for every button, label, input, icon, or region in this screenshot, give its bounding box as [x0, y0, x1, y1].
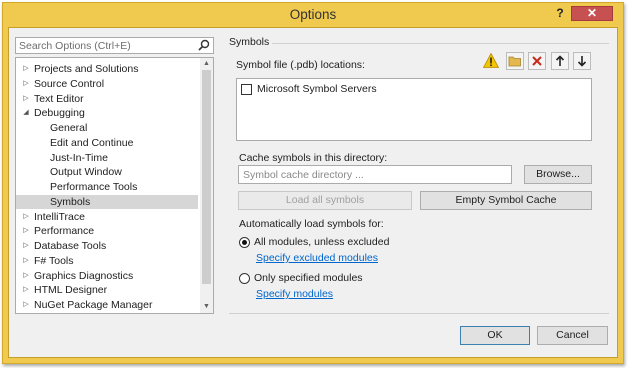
- cache-label: Cache symbols in this directory:: [239, 152, 388, 164]
- section-title: Symbols: [229, 36, 270, 48]
- tree-item-label: Symbols: [50, 196, 91, 208]
- expand-arrow-icon[interactable]: ▷: [21, 210, 31, 224]
- add-location-button[interactable]: [506, 52, 524, 70]
- browse-button[interactable]: Browse...: [524, 165, 592, 184]
- tree-item-label: Performance: [34, 225, 95, 237]
- only-specified-modules-label[interactable]: Only specified modules: [254, 272, 363, 284]
- tree-item-nuget-package-manager[interactable]: ▷ NuGet Package Manager: [16, 298, 198, 312]
- tree-item-performance[interactable]: ▷ Performance: [16, 224, 198, 238]
- tree-item-symbols[interactable]: Symbols: [16, 195, 198, 209]
- tree-item-just-in-time[interactable]: Just-In-Time: [16, 151, 198, 165]
- arrow-up-icon: [555, 55, 565, 66]
- dialog-title: Options: [289, 7, 337, 22]
- options-dialog: Options ? ✕ ▷ Projects and Solutions ▷ S…: [2, 2, 624, 364]
- delete-icon: [532, 56, 542, 66]
- expand-arrow-icon[interactable]: ▷: [21, 254, 31, 268]
- all-modules-radio[interactable]: [239, 237, 250, 248]
- tree-item-label: Output Window: [50, 166, 122, 178]
- tree-item-output-window[interactable]: Output Window: [16, 165, 198, 179]
- scroll-thumb[interactable]: [202, 70, 211, 284]
- tree-item-performance-tools[interactable]: Performance Tools: [16, 180, 198, 194]
- tree-scrollbar[interactable]: ▲ ▼: [200, 58, 213, 313]
- tree-item-label: Projects and Solutions: [34, 63, 139, 75]
- cache-directory-input[interactable]: [239, 166, 511, 183]
- ok-button[interactable]: OK: [460, 326, 530, 345]
- tree-item-label: HTML Designer: [34, 284, 108, 296]
- tree-item-debugging[interactable]: ◢ Debugging: [16, 106, 198, 120]
- options-tree[interactable]: ▷ Projects and Solutions ▷ Source Contro…: [15, 57, 214, 314]
- expand-arrow-icon[interactable]: ▷: [21, 239, 31, 253]
- tree-item-database-tools[interactable]: ▷ Database Tools: [16, 239, 198, 253]
- close-button[interactable]: ✕: [571, 6, 613, 21]
- scroll-down-icon[interactable]: ▼: [200, 301, 213, 313]
- tree-item-graphics-diagnostics[interactable]: ▷ Graphics Diagnostics: [16, 269, 198, 283]
- tree-item-intellitrace[interactable]: ▷ IntelliTrace: [16, 210, 198, 224]
- auto-load-label: Automatically load symbols for:: [239, 218, 384, 230]
- search-input[interactable]: [16, 38, 194, 53]
- microsoft-symbol-servers-label[interactable]: Microsoft Symbol Servers: [257, 83, 377, 95]
- move-down-button[interactable]: [573, 52, 591, 70]
- title-bar: Options ? ✕: [3, 3, 623, 27]
- tree-item-label: F# Tools: [34, 255, 74, 267]
- expand-arrow-icon[interactable]: ▷: [21, 269, 31, 283]
- expand-arrow-icon[interactable]: ▷: [21, 298, 31, 312]
- dialog-body: ▷ Projects and Solutions ▷ Source Contro…: [8, 27, 618, 358]
- load-all-symbols-button[interactable]: Load all symbols: [238, 191, 412, 210]
- arrow-down-icon: [577, 56, 587, 67]
- tree-item-label: Just-In-Time: [50, 152, 108, 164]
- empty-symbol-cache-button[interactable]: Empty Symbol Cache: [420, 191, 592, 210]
- folder-icon: [508, 56, 521, 67]
- help-button[interactable]: ?: [550, 6, 570, 21]
- scroll-up-icon[interactable]: ▲: [200, 58, 213, 70]
- all-modules-label[interactable]: All modules, unless excluded: [254, 236, 389, 248]
- specify-modules-link[interactable]: Specify modules: [256, 288, 333, 300]
- tree-item-label: Database Tools: [34, 240, 107, 252]
- tree-item-label: NuGet Package Manager: [34, 299, 153, 311]
- tree-item-label: Text Editor: [34, 93, 84, 105]
- tree-item-html-designer[interactable]: ▷ HTML Designer: [16, 283, 198, 297]
- tree-item-projects-and-solutions[interactable]: ▷ Projects and Solutions: [16, 62, 198, 76]
- tree-item-label: Edit and Continue: [50, 137, 134, 149]
- search-icon[interactable]: [198, 39, 210, 51]
- locations-label: Symbol file (.pdb) locations:: [236, 59, 365, 71]
- expand-arrow-icon[interactable]: ▷: [21, 283, 31, 297]
- search-box[interactable]: [15, 37, 214, 54]
- tree-item-label: Performance Tools: [50, 181, 138, 193]
- cancel-button[interactable]: Cancel: [537, 326, 608, 345]
- tree-item-label: Source Control: [34, 78, 105, 90]
- tree-item-label: Debugging: [34, 107, 85, 119]
- tree-item-edit-and-continue[interactable]: Edit and Continue: [16, 136, 198, 150]
- specify-excluded-modules-link[interactable]: Specify excluded modules: [256, 252, 378, 264]
- expand-arrow-icon[interactable]: ▷: [21, 224, 31, 238]
- expand-arrow-icon[interactable]: ▷: [21, 92, 31, 106]
- expand-arrow-icon[interactable]: ▷: [21, 77, 31, 91]
- move-up-button[interactable]: [551, 52, 569, 70]
- remove-location-button[interactable]: [528, 52, 546, 70]
- microsoft-symbol-servers-checkbox[interactable]: [241, 84, 252, 95]
- cache-directory-field[interactable]: [238, 165, 512, 184]
- symbol-locations-list[interactable]: Microsoft Symbol Servers: [236, 78, 592, 141]
- tree-item-label: IntelliTrace: [34, 211, 85, 223]
- tree-item-fsharp-tools[interactable]: ▷ F# Tools: [16, 254, 198, 268]
- tree-item-text-editor[interactable]: ▷ Text Editor: [16, 92, 198, 106]
- tree-item-label: Graphics Diagnostics: [34, 270, 134, 282]
- collapse-arrow-icon[interactable]: ◢: [21, 106, 31, 120]
- expand-arrow-icon[interactable]: ▷: [21, 62, 31, 76]
- warning-icon: [483, 53, 499, 68]
- tree-item-label: General: [50, 122, 88, 134]
- tree-item-general[interactable]: General: [16, 121, 198, 135]
- section-divider: [272, 43, 609, 44]
- tree-item-source-control[interactable]: ▷ Source Control: [16, 77, 198, 91]
- footer-divider: [229, 313, 609, 314]
- only-specified-modules-radio[interactable]: [239, 273, 250, 284]
